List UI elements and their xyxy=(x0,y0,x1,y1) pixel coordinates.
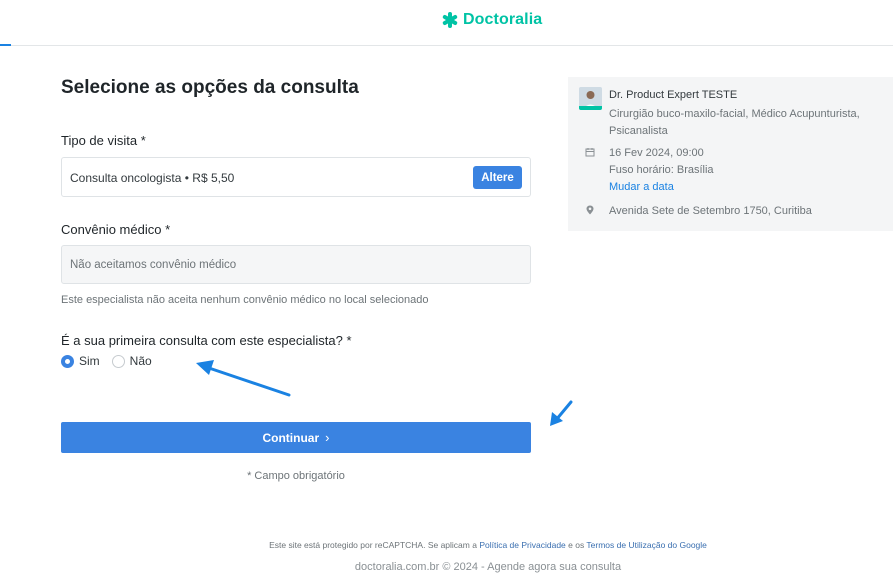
visit-type-label-text: Tipo de visita xyxy=(61,133,138,148)
radio-label-sim[interactable]: Sim xyxy=(79,354,100,368)
required-mark: * xyxy=(140,133,146,148)
doctor-specialties: Cirurgião buco-maxilo-facial, Médico Acu… xyxy=(609,108,860,137)
radio-option-nao[interactable]: Não xyxy=(111,354,152,368)
annotation-arrow-continue xyxy=(550,400,573,426)
required-field-note: * Campo obrigatório xyxy=(247,470,345,482)
change-date-link[interactable]: Mudar a data xyxy=(609,181,674,193)
insurance-label-text: Convênio médico xyxy=(61,222,162,237)
doctoralia-star-icon xyxy=(442,12,458,28)
booking-page: Doctoralia Selecione as opções da consul… xyxy=(0,0,893,584)
visit-type-value: Consulta oncologista • R$ 5,50 xyxy=(70,171,235,185)
insurance-value: Não aceitamos convênio médico xyxy=(70,259,237,271)
doctor-avatar xyxy=(579,87,602,110)
required-mark: * xyxy=(165,222,171,237)
chevron-right-icon: › xyxy=(325,430,330,445)
insurance-help-text: Este especialista não aceita nenhum conv… xyxy=(61,294,429,306)
google-terms-link[interactable]: Termos de Utilização do Google xyxy=(586,540,706,550)
header-accent-bar xyxy=(0,44,11,46)
timezone: Fuso horário: Brasília xyxy=(609,164,714,176)
top-header: Doctoralia xyxy=(0,0,893,46)
radio-sim[interactable] xyxy=(61,354,74,368)
required-mark: * xyxy=(346,333,352,348)
insurance-label: Convênio médico * xyxy=(61,222,170,237)
appointment-summary-panel: Dr. Product Expert TESTE Cirurgião buco-… xyxy=(568,77,893,231)
visit-type-field: Consulta oncologista • R$ 5,50 Altere xyxy=(61,157,531,197)
change-visit-type-button[interactable]: Altere xyxy=(473,166,522,189)
visit-type-label: Tipo de visita * xyxy=(61,133,146,148)
doctor-photo-icon xyxy=(579,87,602,110)
continue-button-label: Continuar xyxy=(262,430,320,445)
page-title: Selecione as opções da consulta xyxy=(61,77,359,98)
insurance-field: Não aceitamos convênio médico xyxy=(61,245,531,284)
brand-name: Doctoralia xyxy=(463,11,543,28)
calendar-icon xyxy=(585,148,595,157)
first-visit-question: É a sua primeira consulta com este espec… xyxy=(61,333,352,348)
recaptcha-prefix: Este site está protegido por reCAPTCHA. … xyxy=(269,540,480,550)
radio-label-nao[interactable]: Não xyxy=(130,354,152,368)
annotation-arrow-radio xyxy=(196,360,291,397)
recaptcha-notice: Este site está protegido por reCAPTCHA. … xyxy=(0,540,893,550)
location-pin-icon xyxy=(586,205,594,215)
radio-nao[interactable] xyxy=(111,354,125,368)
continue-button[interactable]: Continuar › xyxy=(61,422,531,453)
first-visit-question-text: É a sua primeira consulta com este espec… xyxy=(61,333,343,348)
doctor-name[interactable]: Dr. Product Expert TESTE xyxy=(609,89,737,101)
appointment-date: 16 Fev 2024, 09:00 xyxy=(609,147,704,159)
doctoralia-logo[interactable]: Doctoralia xyxy=(441,11,542,29)
first-visit-radio-group: Sim Não xyxy=(61,354,164,368)
privacy-policy-link[interactable]: Política de Privacidade xyxy=(479,540,565,550)
clinic-address: Avenida Sete de Setembro 1750, Curitiba xyxy=(609,205,812,217)
radio-option-sim[interactable]: Sim xyxy=(61,354,100,368)
recaptcha-middle: e os xyxy=(565,540,587,550)
footer-copyright: doctoralia.com.br © 2024 - Agende agora … xyxy=(354,561,622,573)
